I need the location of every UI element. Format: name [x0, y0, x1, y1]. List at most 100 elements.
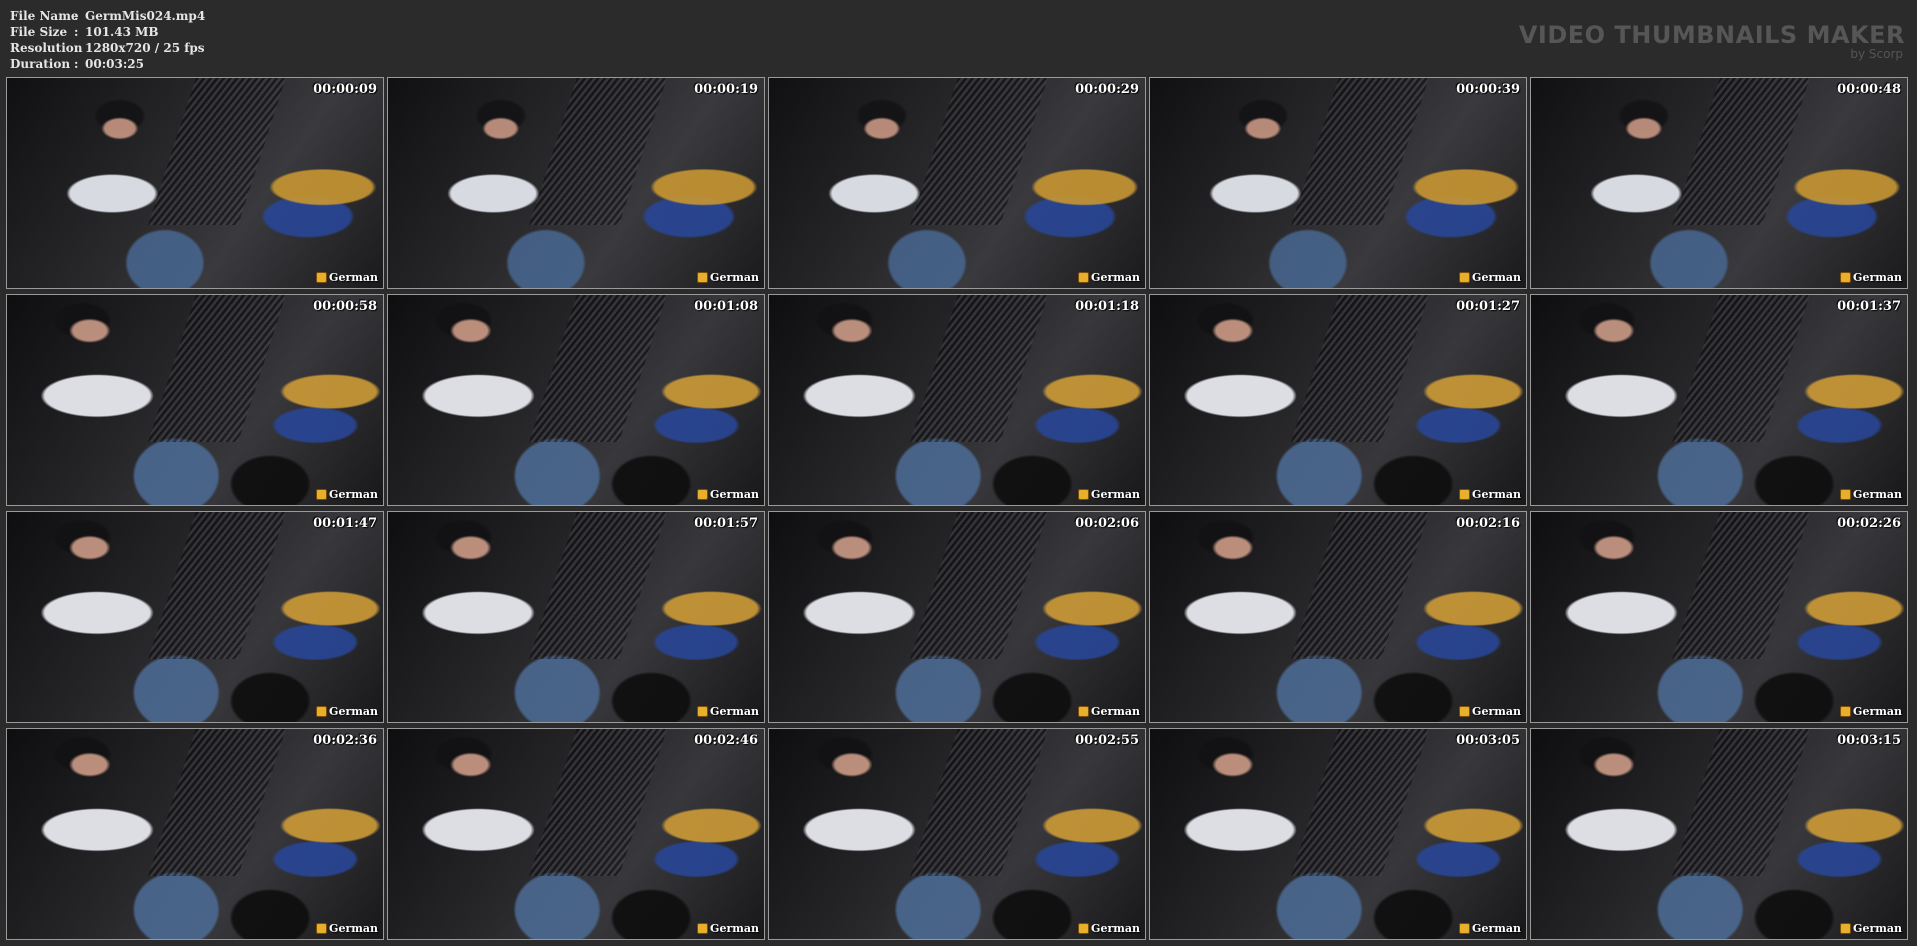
thumbnail-timestamp: 00:01:08 — [694, 299, 758, 314]
crest-icon — [1078, 706, 1090, 717]
crest-icon — [1840, 923, 1852, 934]
watermark-text: German — [329, 488, 378, 501]
watermark-logo: German — [1840, 271, 1902, 284]
thumbnail-timestamp: 00:02:16 — [1456, 516, 1520, 531]
thumbnail-timestamp: 00:02:46 — [694, 733, 758, 748]
watermark-logo: German — [1840, 922, 1902, 935]
thumbnail-timestamp: 00:02:06 — [1075, 516, 1139, 531]
file-size-row: File Size : 101.43 MB — [10, 24, 205, 40]
background-decoration — [910, 512, 1049, 659]
watermark-logo: German — [1078, 922, 1140, 935]
duration-row: Duration : 00:03:25 — [10, 56, 205, 72]
video-thumbnail: 00:02:16 German — [1149, 511, 1527, 723]
background-decoration — [1291, 295, 1430, 442]
video-thumbnail: 00:02:36 German — [6, 728, 384, 940]
thumbnail-timestamp: 00:01:27 — [1456, 299, 1520, 314]
watermark-text: German — [1853, 271, 1902, 284]
thumbnail-timestamp: 00:00:09 — [313, 82, 377, 97]
crest-icon — [1840, 706, 1852, 717]
watermark-logo: German — [697, 705, 759, 718]
separator: : — [74, 41, 79, 55]
watermark-logo: German — [1078, 271, 1140, 284]
video-thumbnail: 00:00:39 German — [1149, 77, 1527, 289]
video-thumbnail: 00:01:27 German — [1149, 294, 1527, 506]
resolution-label: Resolution — [10, 41, 83, 55]
crest-icon — [1840, 272, 1852, 283]
watermark-logo: German — [1459, 705, 1521, 718]
background-decoration — [910, 729, 1049, 876]
thumbnail-timestamp: 00:00:29 — [1075, 82, 1139, 97]
crest-icon — [1840, 489, 1852, 500]
file-size-label: File Size — [10, 25, 68, 39]
watermark-logo: German — [316, 705, 378, 718]
video-thumbnail: 00:03:05 German — [1149, 728, 1527, 940]
background-decoration — [1672, 295, 1811, 442]
background-decoration — [148, 295, 287, 442]
watermark-logo: German — [316, 922, 378, 935]
file-info: File Name : GermMis024.mp4 File Size : 1… — [10, 8, 205, 72]
separator: : — [74, 9, 79, 23]
thumbnail-timestamp: 00:03:05 — [1456, 733, 1520, 748]
file-name-label: File Name — [10, 9, 79, 23]
crest-icon — [1459, 272, 1471, 283]
crest-icon — [316, 489, 328, 500]
duration-label: Duration — [10, 57, 71, 71]
thumbnail-timestamp: 00:03:15 — [1837, 733, 1901, 748]
watermark-text: German — [1472, 271, 1521, 284]
video-thumbnail: 00:02:06 German — [768, 511, 1146, 723]
background-decoration — [148, 729, 287, 876]
background-decoration — [529, 295, 668, 442]
background-decoration — [529, 512, 668, 659]
separator: : — [74, 25, 79, 39]
background-decoration — [1672, 729, 1811, 876]
watermark-text: German — [710, 922, 759, 935]
thumbnail-timestamp: 00:00:19 — [694, 82, 758, 97]
crest-icon — [697, 923, 709, 934]
video-thumbnail: 00:00:09 German — [6, 77, 384, 289]
thumbnail-timestamp: 00:00:48 — [1837, 82, 1901, 97]
video-thumbnail: 00:00:19 German — [387, 77, 765, 289]
watermark-logo: German — [697, 488, 759, 501]
thumbnail-timestamp: 00:01:18 — [1075, 299, 1139, 314]
background-decoration — [1291, 729, 1430, 876]
thumbnail-timestamp: 00:02:55 — [1075, 733, 1139, 748]
watermark-logo: German — [1078, 705, 1140, 718]
watermark-text: German — [1472, 922, 1521, 935]
file-name-value: GermMis024.mp4 — [85, 9, 206, 23]
background-decoration — [1672, 78, 1811, 225]
thumbnail-timestamp: 00:01:37 — [1837, 299, 1901, 314]
thumbnail-timestamp: 00:02:26 — [1837, 516, 1901, 531]
watermark-logo: German — [1459, 922, 1521, 935]
watermark-text: German — [329, 705, 378, 718]
watermark-logo: German — [1840, 705, 1902, 718]
watermark-text: German — [710, 705, 759, 718]
video-thumbnail: 00:01:47 German — [6, 511, 384, 723]
background-decoration — [1291, 78, 1430, 225]
thumbnail-timestamp: 00:00:39 — [1456, 82, 1520, 97]
video-thumbnail: 00:00:58 German — [6, 294, 384, 506]
crest-icon — [697, 272, 709, 283]
video-thumbnail: 00:03:15 German — [1530, 728, 1908, 940]
crest-icon — [1078, 489, 1090, 500]
video-thumbnail: 00:01:08 German — [387, 294, 765, 506]
watermark-text: German — [1472, 488, 1521, 501]
watermark-logo: German — [316, 488, 378, 501]
background-decoration — [529, 78, 668, 225]
video-thumbnail: 00:01:18 German — [768, 294, 1146, 506]
watermark-text: German — [1472, 705, 1521, 718]
crest-icon — [697, 706, 709, 717]
crest-icon — [1459, 923, 1471, 934]
watermark-text: German — [1091, 271, 1140, 284]
watermark-text: German — [710, 488, 759, 501]
background-decoration — [148, 512, 287, 659]
background-decoration — [1672, 512, 1811, 659]
watermark-logo: German — [697, 922, 759, 935]
watermark-text: German — [329, 271, 378, 284]
brand-logo: VIDEO THUMBNAILS MAKER by Scorp — [1519, 22, 1905, 60]
video-thumbnail: 00:00:48 German — [1530, 77, 1908, 289]
thumbnail-timestamp: 00:01:47 — [313, 516, 377, 531]
thumbnail-timestamp: 00:01:57 — [694, 516, 758, 531]
watermark-text: German — [1091, 488, 1140, 501]
background-decoration — [910, 78, 1049, 225]
video-thumbnail: 00:01:37 German — [1530, 294, 1908, 506]
